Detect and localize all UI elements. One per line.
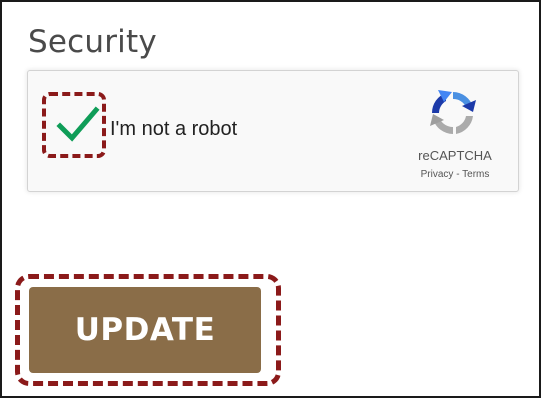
security-form-panel: Security I'm not a robot reCAPTCHA Priva… — [0, 0, 541, 398]
recaptcha-checkbox[interactable] — [54, 102, 100, 148]
not-a-robot-label: I'm not a robot — [110, 118, 238, 140]
terms-link[interactable]: Terms — [462, 169, 489, 180]
section-title: Security — [28, 24, 157, 60]
checkmark-icon — [56, 106, 100, 142]
link-separator: - — [453, 169, 463, 180]
recaptcha-links: Privacy - Terms — [398, 169, 512, 180]
recaptcha-logo-icon — [426, 86, 480, 140]
privacy-link[interactable]: Privacy — [421, 169, 454, 180]
update-button[interactable]: UPDATE — [29, 287, 261, 373]
recaptcha-brand-label: reCAPTCHA — [418, 148, 492, 163]
